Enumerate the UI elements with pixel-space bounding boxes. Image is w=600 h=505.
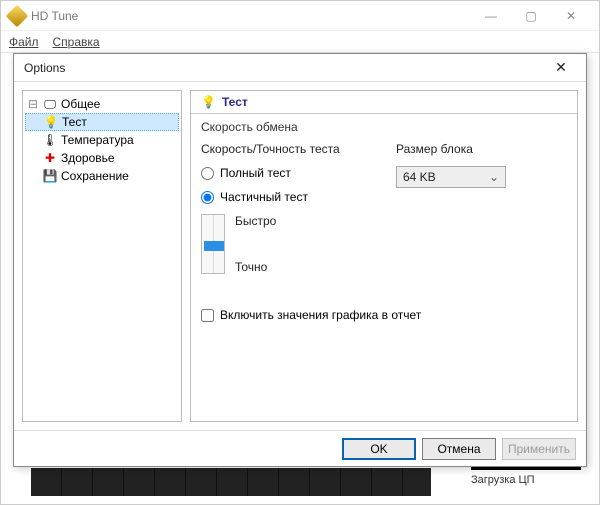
tree-item-temperature[interactable]: 🌡 Температура [25,131,179,149]
thermometer-icon: 🌡 [43,133,57,147]
titlebar: HD Tune — ▢ ✕ [1,1,599,31]
blocksize-select[interactable]: 64 KB ⌄ [396,166,506,188]
include-graph-checkbox[interactable]: Включить значения графика в отчет [201,308,567,322]
radio-partial-test[interactable]: Частичный тест [201,190,372,204]
tree-item-save[interactable]: 💾 Сохранение [25,167,179,185]
radio-full-input[interactable] [201,167,214,180]
close-button[interactable]: ✕ [551,2,591,30]
floppy-icon: 💾 [43,169,57,183]
options-tree: ⊟ 🖵 Общее 💡 Тест 🌡 Температура ✚ [22,90,182,422]
maximize-button[interactable]: ▢ [511,2,551,30]
menu-file[interactable]: Файл [9,35,39,49]
speed-accuracy-label: Скорость/Точность теста [201,142,372,156]
tree-item-general[interactable]: ⊟ 🖵 Общее [25,95,179,113]
slider-fast-label: Быстро [235,214,276,228]
cancel-button[interactable]: Отмена [422,438,496,460]
chevron-down-icon: ⌄ [489,170,499,184]
app-title: HD Tune [31,9,78,23]
speed-slider[interactable] [201,214,225,274]
cpu-label: Загрузка ЦП [471,474,581,486]
background-chart [31,468,431,496]
dialog-titlebar: Options ✕ [14,54,586,82]
include-graph-input[interactable] [201,309,214,322]
section-label: Скорость обмена [201,120,567,134]
menu-help[interactable]: Справка [53,35,100,49]
app-icon [6,4,29,27]
blocksize-label: Размер блока [396,142,567,156]
slider-thumb[interactable] [204,241,224,251]
minimize-button[interactable]: — [471,2,511,30]
red-cross-icon: ✚ [43,151,57,165]
background-cpu: Загрузка ЦП [471,462,581,496]
menubar: Файл Справка [1,31,599,53]
bulb-icon: 💡 [201,95,216,109]
test-panel: 💡 Тест Скорость обмена Скорость/Точность… [190,90,578,422]
options-dialog: Options ✕ ⊟ 🖵 Общее 💡 Тест 🌡 Температ [13,53,587,467]
slider-accurate-label: Точно [235,260,276,274]
apply-button[interactable]: Применить [502,438,576,460]
main-window: HD Tune — ▢ ✕ Файл Справка Загрузка ЦП B… [0,0,600,505]
radio-partial-input[interactable] [201,191,214,204]
dialog-title: Options [24,61,65,75]
tree-item-health[interactable]: ✚ Здоровье [25,149,179,167]
radio-full-test[interactable]: Полный тест [201,166,372,180]
panel-title: Тест [222,95,248,109]
monitor-icon: 🖵 [43,97,57,111]
dialog-button-row: OK Отмена Применить [14,430,586,466]
bulb-icon: 💡 [44,115,58,129]
tree-item-test[interactable]: 💡 Тест [25,113,179,131]
dialog-close-button[interactable]: ✕ [546,59,576,76]
ok-button[interactable]: OK [342,438,416,460]
